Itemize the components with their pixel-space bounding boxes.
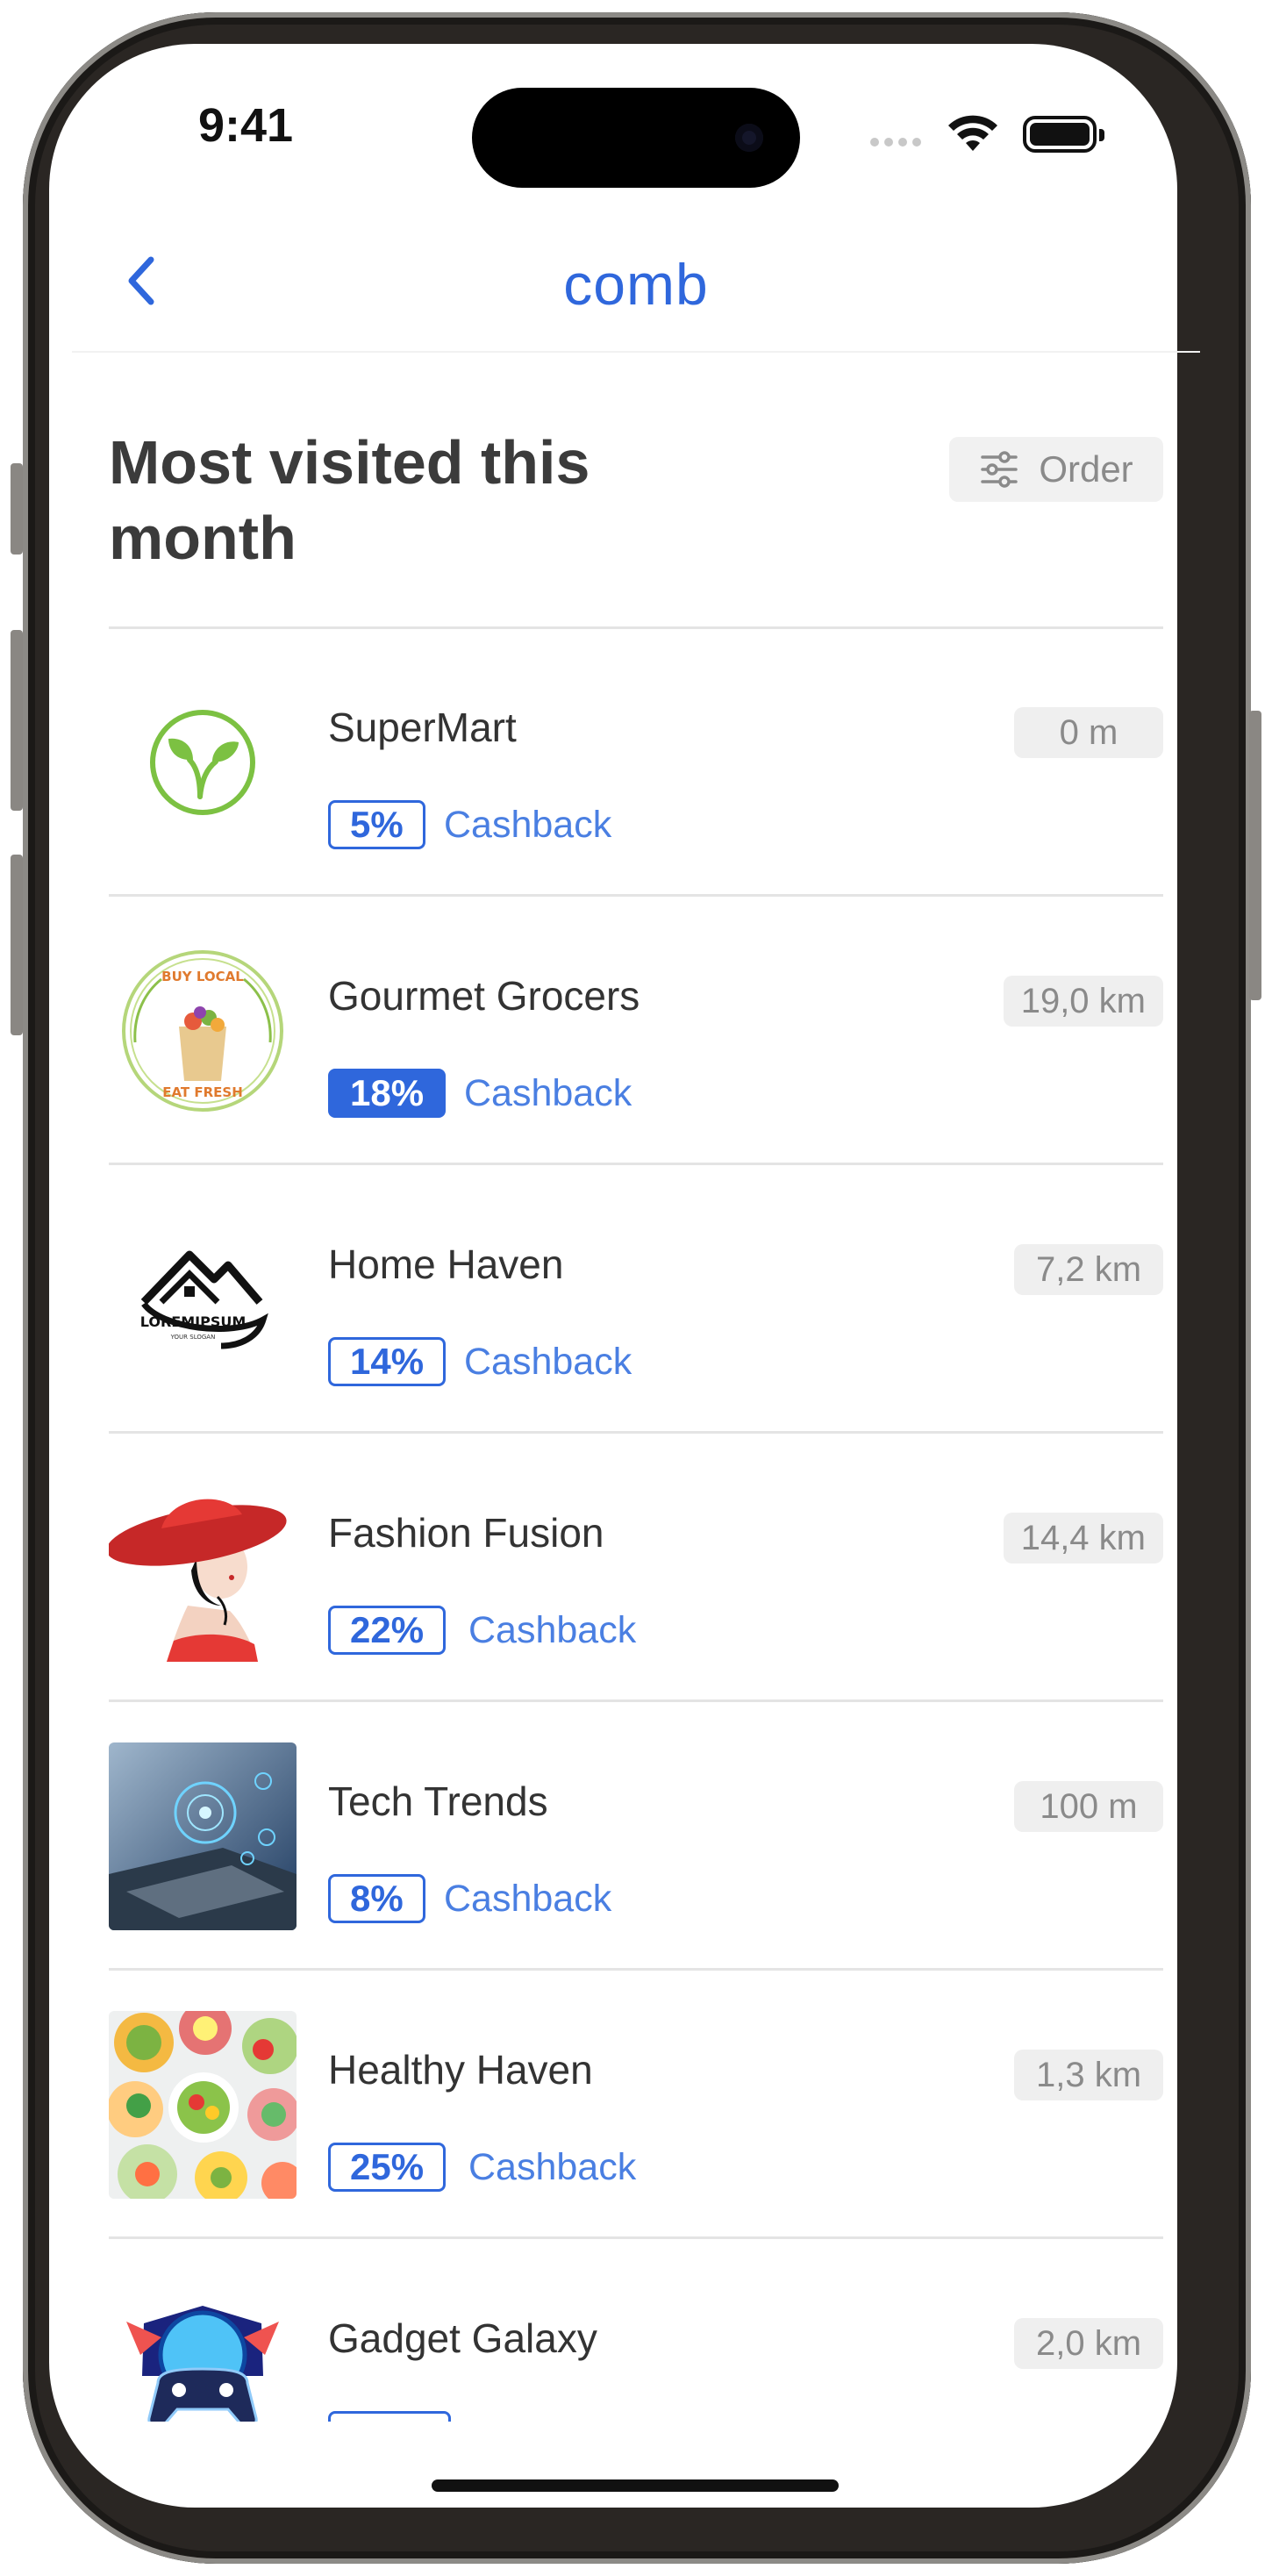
sliders-icon [981, 451, 1018, 488]
store-name: Gourmet Grocers [328, 973, 640, 1019]
house-logo-icon: LOREMIPSUM YOUR SLOGAN [140, 1250, 268, 1349]
order-label: Order [1039, 448, 1133, 490]
logo-text-bottom: EAT FRESH [162, 1084, 243, 1100]
cashback-label: Cashback [444, 804, 612, 846]
logo-text-top: BUY LOCAL [161, 969, 244, 984]
healthy-food-image-icon [109, 2011, 297, 2199]
cashback-percent-badge: 25% [328, 2143, 447, 2192]
store-row-gourmet-grocers[interactable]: BUY LOCAL EAT FRESH Gourmet Grocers 19,0… [109, 897, 1163, 1165]
store-logo: BUY LOCAL EAT FRESH [109, 937, 297, 1125]
app-logo: comb [563, 252, 709, 317]
store-logo: LOREMIPSUM YOUR SLOGAN [109, 1206, 297, 1393]
distance-badge: 19,0 km [1003, 976, 1163, 1027]
store-photo [109, 1742, 297, 1930]
cashback-percent-badge: 5% [328, 800, 425, 849]
store-name: Tech Trends [328, 1778, 548, 1824]
store-logo [109, 2279, 297, 2422]
grocery-bag-logo-icon: BUY LOCAL EAT FRESH [122, 950, 283, 1112]
status-time: 9:41 [197, 99, 294, 152]
distance-badge: 14,4 km [1003, 1513, 1163, 1563]
store-row-fashion-fusion[interactable]: Fashion Fusion 14,4 km 22% Cashback [109, 1434, 1163, 1702]
order-button[interactable]: Order [949, 437, 1163, 502]
distance-badge: 1,3 km [1014, 2050, 1163, 2100]
gamepad-globe-logo-icon [126, 2306, 279, 2422]
cashback-percent-badge [328, 2411, 451, 2422]
camera-icon [735, 124, 763, 152]
store-name: Home Haven [328, 1241, 564, 1287]
store-name: Healthy Haven [328, 2047, 593, 2093]
distance-badge: 0 m [1014, 707, 1163, 758]
cashback-percent-badge: 22% [328, 1606, 447, 1655]
store-list: SuperMart 0 m 5% Cashback BUY LOCAL EAT … [0, 628, 1272, 2422]
laptop-tech-image-icon [109, 1742, 297, 1930]
cashback-percent-badge: 8% [328, 1874, 425, 1923]
wifi-icon [948, 115, 997, 151]
store-row-healthy-haven[interactable]: Healthy Haven 1,3 km 25% Cashback [109, 1971, 1163, 2239]
store-logo [109, 669, 297, 856]
store-name: Fashion Fusion [328, 1510, 604, 1556]
logo-subtext: YOUR SLOGAN [170, 1334, 216, 1341]
action-button [11, 463, 23, 555]
cashback-label: Cashback [468, 2146, 637, 2188]
logo-text: LOREMIPSUM [140, 1313, 247, 1330]
store-row-home-haven[interactable]: LOREMIPSUM YOUR SLOGAN Home Haven 7,2 km… [109, 1165, 1163, 1434]
distance-badge: 2,0 km [1014, 2318, 1163, 2369]
dynamic-island [472, 88, 800, 188]
cashback-label: Cashback [468, 1609, 637, 1651]
leaf-logo-icon [150, 710, 255, 815]
store-name: SuperMart [328, 705, 517, 750]
page-title: Most visited this month [109, 428, 590, 572]
store-photo [109, 2011, 297, 2199]
cashback-label: Cashback [444, 1878, 612, 1920]
store-row-supermart[interactable]: SuperMart 0 m 5% Cashback [109, 628, 1163, 897]
cashback-percent-badge: 14% [328, 1337, 447, 1386]
cashback-label: Cashback [464, 1072, 632, 1114]
fashion-woman-hat-icon [109, 1499, 287, 1662]
home-indicator[interactable] [432, 2479, 839, 2492]
store-row-gadget-galaxy[interactable]: Gadget Galaxy 2,0 km [109, 2239, 1163, 2422]
cashback-percent-badge: 18% [328, 1069, 447, 1118]
store-logo [109, 1474, 297, 1662]
nav-divider [72, 351, 1200, 353]
store-name: Gadget Galaxy [328, 2315, 597, 2361]
battery-icon [1023, 116, 1104, 153]
distance-badge: 7,2 km [1014, 1244, 1163, 1295]
signal-icon [870, 138, 921, 147]
store-row-tech-trends[interactable]: Tech Trends 100 m 8% Cashback [109, 1702, 1163, 1971]
distance-badge: 100 m [1014, 1781, 1163, 1832]
cashback-label: Cashback [464, 1341, 632, 1383]
